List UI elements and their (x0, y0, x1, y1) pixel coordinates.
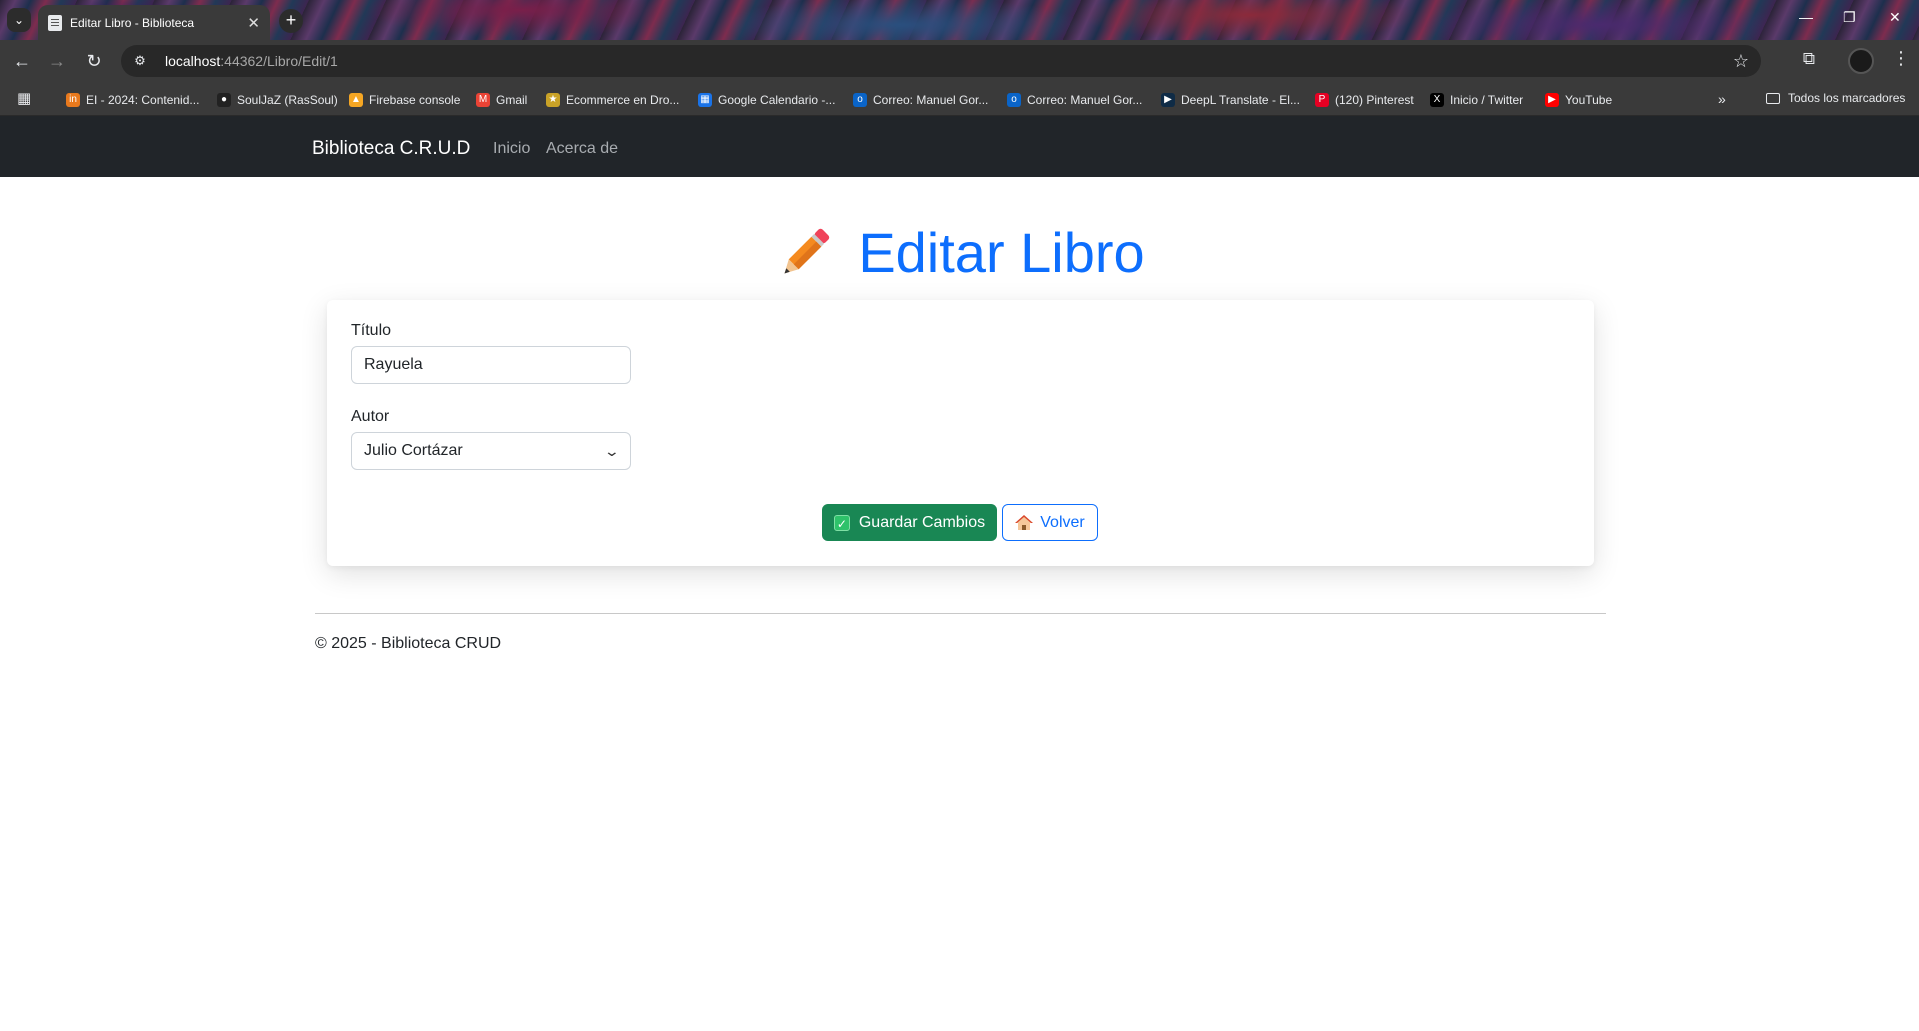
extensions-icon[interactable]: ⧉ (1798, 49, 1820, 71)
check-icon: ✓ (833, 514, 850, 531)
bookmark-label: Gmail (496, 93, 528, 107)
bookmark-item[interactable]: X Inicio / Twitter (1430, 91, 1523, 109)
bookmark-label: Firebase console (369, 93, 461, 107)
browser-menu-icon[interactable]: ⋮ (1892, 48, 1910, 69)
save-changes-button[interactable]: ✓ Guardar Cambios (822, 504, 997, 541)
bookmark-label: DeepL Translate - El... (1181, 93, 1300, 107)
gmail-icon: M (476, 93, 490, 107)
all-bookmarks-label: Todos los marcadores (1788, 91, 1906, 105)
outlook-icon: o (1007, 93, 1021, 107)
bookmark-label: Correo: Manuel Gor... (1027, 93, 1143, 107)
url-path: :44362/Libro/Edit/1 (220, 53, 338, 69)
bookmark-label: YouTube (1565, 93, 1613, 107)
reload-icon[interactable]: ↻ (83, 50, 105, 72)
all-bookmarks-folder[interactable]: Todos los marcadores (1766, 91, 1905, 105)
calendar-icon: ▦ (698, 93, 712, 107)
titulo-input[interactable] (351, 346, 631, 384)
site-info-icon[interactable]: ⚙ (131, 52, 149, 70)
autor-label: Autor (351, 408, 390, 425)
pencil-icon (774, 222, 836, 284)
tab-search-button[interactable]: ⌄ (7, 8, 31, 32)
house-icon (1015, 514, 1034, 531)
folder-icon (1766, 92, 1780, 104)
tab-title: Editar Libro - Biblioteca (70, 15, 195, 30)
bookmark-item[interactable]: ▦ Google Calendario -... (698, 91, 835, 109)
tab-close-icon[interactable]: ✕ (247, 14, 260, 32)
titulo-label: Título (351, 322, 392, 339)
minimize-icon[interactable]: — (1799, 9, 1813, 25)
bookmark-item[interactable]: ▶ DeepL Translate - El... (1161, 91, 1300, 109)
footer-text: © 2025 - Biblioteca CRUD (315, 635, 502, 652)
browser-tab-active[interactable]: Editar Libro - Biblioteca ✕ (38, 5, 270, 40)
firebase-icon: ▲ (349, 93, 363, 107)
navbar-brand[interactable]: Biblioteca C.R.U.D (312, 138, 470, 160)
autor-select[interactable]: Julio Cortázar ⌄ (351, 432, 631, 470)
window-close-icon[interactable]: ✕ (1889, 9, 1901, 26)
site-navbar: Biblioteca C.R.U.D Inicio Acerca de (0, 116, 1919, 177)
back-label: Volver (1040, 513, 1085, 531)
autor-selected-value: Julio Cortázar (364, 442, 463, 459)
bookmark-item[interactable]: in EI - 2024: Contenid... (66, 91, 199, 109)
bookmark-item[interactable]: ▶ YouTube (1545, 91, 1612, 109)
nav-link-acerca-de[interactable]: Acerca de (546, 140, 618, 158)
bookmark-item[interactable]: P (120) Pinterest (1315, 91, 1414, 109)
github-icon: ● (217, 93, 231, 107)
more-bookmarks-icon[interactable]: » (1718, 91, 1726, 107)
browser-titlebar: ⌄ Editar Libro - Biblioteca ✕ + — ❐ ✕ (0, 0, 1919, 40)
bookmark-label: Correo: Manuel Gor... (873, 93, 989, 107)
web-page: Biblioteca C.R.U.D Inicio Acerca de Edit… (0, 116, 1919, 1031)
bookmark-label: SoulJaZ (RasSoul) (237, 93, 338, 107)
deepl-icon: ▶ (1161, 93, 1175, 107)
back-button[interactable]: Volver (1002, 504, 1098, 541)
restore-icon[interactable]: ❐ (1843, 9, 1856, 26)
url-host: localhost (165, 53, 221, 69)
in-icon: in (66, 93, 80, 107)
chevron-down-icon: ⌄ (603, 442, 621, 459)
nav-link-inicio[interactable]: Inicio (493, 140, 530, 158)
bookmarks-bar: ▦ in EI - 2024: Contenid... ● SoulJaZ (RasS… (0, 82, 1919, 116)
dropshipping-icon: ★ (546, 93, 560, 107)
new-tab-button[interactable]: + (279, 9, 303, 33)
youtube-icon: ▶ (1545, 93, 1559, 107)
bookmark-item[interactable]: M Gmail (476, 91, 527, 109)
apps-grid-icon[interactable]: ▦ (17, 91, 33, 107)
page-favicon-icon (48, 14, 62, 31)
forward-arrow-icon[interactable]: → (46, 50, 68, 72)
bookmark-item[interactable]: o Correo: Manuel Gor... (853, 91, 988, 109)
bookmark-item[interactable]: ▲ Firebase console (349, 91, 460, 109)
bookmark-item[interactable]: o Correo: Manuel Gor... (1007, 91, 1142, 109)
address-bar[interactable]: ⚙ localhost:44362/Libro/Edit/1 ☆ (121, 45, 1761, 77)
x-icon: X (1430, 93, 1444, 107)
bookmark-label: (120) Pinterest (1335, 93, 1414, 107)
bookmark-label: Google Calendario -... (718, 93, 836, 107)
back-arrow-icon[interactable]: ← (11, 50, 33, 72)
bookmark-item[interactable]: ● SoulJaZ (RasSoul) (217, 91, 338, 109)
bookmark-label: EI - 2024: Contenid... (86, 93, 200, 107)
page-title-text: Editar Libro (858, 221, 1145, 284)
outlook-icon: o (853, 93, 867, 107)
footer-divider (315, 613, 1606, 614)
profile-avatar[interactable] (1848, 48, 1874, 74)
browser-toolbar: ← → ↻ ⚙ localhost:44362/Libro/Edit/1 ☆ ⧉… (0, 40, 1919, 82)
bookmark-label: Inicio / Twitter (1450, 93, 1524, 107)
edit-form-card: Título Autor Julio Cortázar ⌄ ✓ Guardar … (327, 300, 1594, 566)
bookmark-label: Ecommerce en Dro... (566, 93, 680, 107)
pinterest-icon: P (1315, 93, 1329, 107)
page-title: Editar Libro (0, 222, 1919, 284)
bookmark-item[interactable]: ★ Ecommerce en Dro... (546, 91, 679, 109)
bookmark-star-icon[interactable]: ☆ (1733, 51, 1749, 72)
save-changes-label: Guardar Cambios (858, 513, 986, 531)
